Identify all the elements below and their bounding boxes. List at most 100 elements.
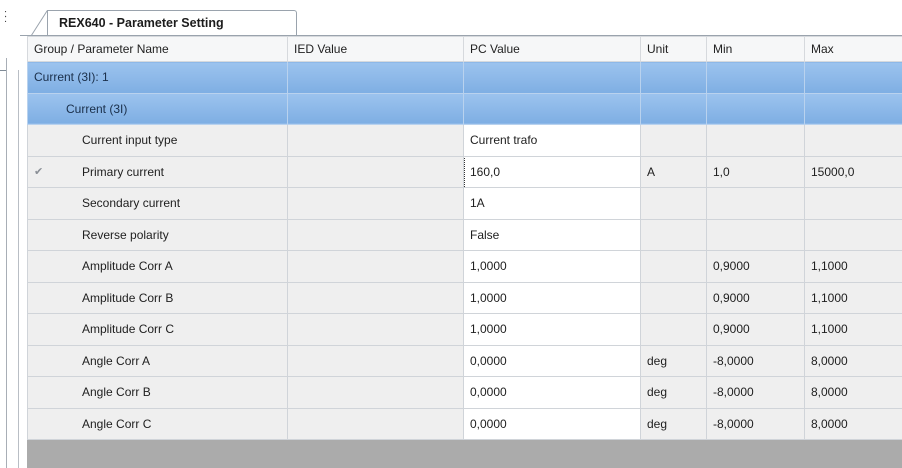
panel-border [6,58,7,468]
parameter-name: Current input type [27,124,288,157]
max-cell [804,124,902,157]
table-row[interactable]: Amplitude Corr B 1,0000 0,9000 1,1000 [27,281,902,314]
unit-cell [640,281,707,314]
checkmark-icon: ✔ [34,165,44,178]
parameter-name: Primary current [82,164,165,179]
tab-parameter-setting[interactable]: REX640 - Parameter Setting [47,10,297,36]
unit-cell [640,250,707,283]
unit-cell [640,124,707,157]
column-header-min[interactable]: Min [706,36,805,62]
parameter-name: Amplitude Corr C [27,313,288,346]
ied-value-cell [287,313,464,346]
column-header-unit[interactable]: Unit [640,36,707,62]
ied-value-cell [287,344,464,377]
unit-cell: deg [640,376,707,409]
group-cell [640,92,707,125]
min-cell: -8,0000 [706,376,805,409]
ied-value-cell [287,124,464,157]
min-cell: 1,0 [706,155,805,188]
column-header-ied-value[interactable]: IED Value [287,36,464,62]
splitter-grip[interactable]: :: [4,9,7,25]
table-row[interactable]: Reverse polarity False [27,218,902,251]
min-cell: -8,0000 [706,344,805,377]
parameter-table: Group / Parameter Name IED Value PC Valu… [27,36,902,440]
min-cell [706,218,805,251]
column-header-name[interactable]: Group / Parameter Name [27,36,288,62]
unit-cell [640,218,707,251]
max-cell: 8,0000 [804,376,902,409]
column-header-pc-value[interactable]: PC Value [463,36,641,62]
group-row-current-3i-1[interactable]: Current (3I): 1 [27,61,902,94]
pc-value: 160,0 [470,164,501,179]
ied-value-cell [287,155,464,188]
table-row[interactable]: Angle Corr C 0,0000 deg -8,0000 8,0000 [27,407,902,440]
ied-value-cell [287,376,464,409]
tab-label: REX640 - Parameter Setting [59,16,224,30]
unit-cell [640,313,707,346]
group-label: Current (3I): 1 [27,61,288,94]
min-cell [706,124,805,157]
unit-cell [640,187,707,220]
group-cell [463,92,641,125]
unit-cell: deg [640,344,707,377]
pc-value-cell[interactable]: 0,0000 [463,407,641,440]
ied-value-cell [287,250,464,283]
table-row[interactable]: Angle Corr B 0,0000 deg -8,0000 8,0000 [27,376,902,409]
document-tab-bar: REX640 - Parameter Setting [20,0,902,36]
min-cell [706,187,805,220]
group-cell [804,92,902,125]
group-cell [804,61,902,94]
pc-value-cell[interactable]: 0,0000 [463,344,641,377]
min-cell: -8,0000 [706,407,805,440]
ied-value-cell [287,281,464,314]
parameter-name: Secondary current [27,187,288,220]
max-cell: 8,0000 [804,407,902,440]
group-cell [640,61,707,94]
parameter-name: Reverse polarity [27,218,288,251]
table-row[interactable]: Angle Corr A 0,0000 deg -8,0000 8,0000 [27,344,902,377]
min-cell: 0,9000 [706,250,805,283]
max-cell: 1,1000 [804,281,902,314]
column-header-max[interactable]: Max [804,36,902,62]
max-cell [804,218,902,251]
parameter-name: Angle Corr A [27,344,288,377]
pc-value-cell[interactable]: False [463,218,641,251]
table-row[interactable]: Secondary current 1A [27,187,902,220]
unit-cell: deg [640,407,707,440]
max-cell: 1,1000 [804,313,902,346]
pc-value-cell[interactable]: 1A [463,187,641,220]
table-row[interactable]: Current input type Current trafo [27,124,902,157]
ied-value-cell [287,187,464,220]
pc-value-cell[interactable]: Current trafo [463,124,641,157]
group-row-current-3i[interactable]: Current (3I) [27,92,902,125]
unit-cell: A [640,155,707,188]
pc-value-cell[interactable]: 1,0000 [463,313,641,346]
max-cell: 15000,0 [804,155,902,188]
parameter-name: Angle Corr C [27,407,288,440]
min-cell: 0,9000 [706,281,805,314]
group-cell [287,92,464,125]
ied-value-cell [287,407,464,440]
group-cell [463,61,641,94]
parameter-grid: Group / Parameter Name IED Value PC Valu… [27,36,902,468]
pc-value-cell[interactable]: 1,0000 [463,250,641,283]
group-cell [706,92,805,125]
parameter-name-cell: ✔ Primary current [27,155,288,188]
group-cell [706,61,805,94]
pc-value-cell[interactable]: 1,0000 [463,281,641,314]
table-row-selected[interactable]: ✔ Primary current 160,0 A 1,0 15000,0 [27,155,902,188]
table-row[interactable]: Amplitude Corr A 1,0000 0,9000 1,1000 [27,250,902,283]
ied-value-cell [287,218,464,251]
parameter-name: Amplitude Corr B [27,281,288,314]
header-row: Group / Parameter Name IED Value PC Valu… [27,36,902,62]
min-cell: 0,9000 [706,313,805,346]
pc-value-cell-focused[interactable]: 160,0 [463,155,641,188]
group-label: Current (3I) [27,92,288,125]
table-row[interactable]: Amplitude Corr C 1,0000 0,9000 1,1000 [27,313,902,346]
panel-border-inner [18,70,19,468]
max-cell: 8,0000 [804,344,902,377]
parameter-name: Angle Corr B [27,376,288,409]
max-cell [804,187,902,220]
pc-value-cell[interactable]: 0,0000 [463,376,641,409]
group-cell [287,61,464,94]
